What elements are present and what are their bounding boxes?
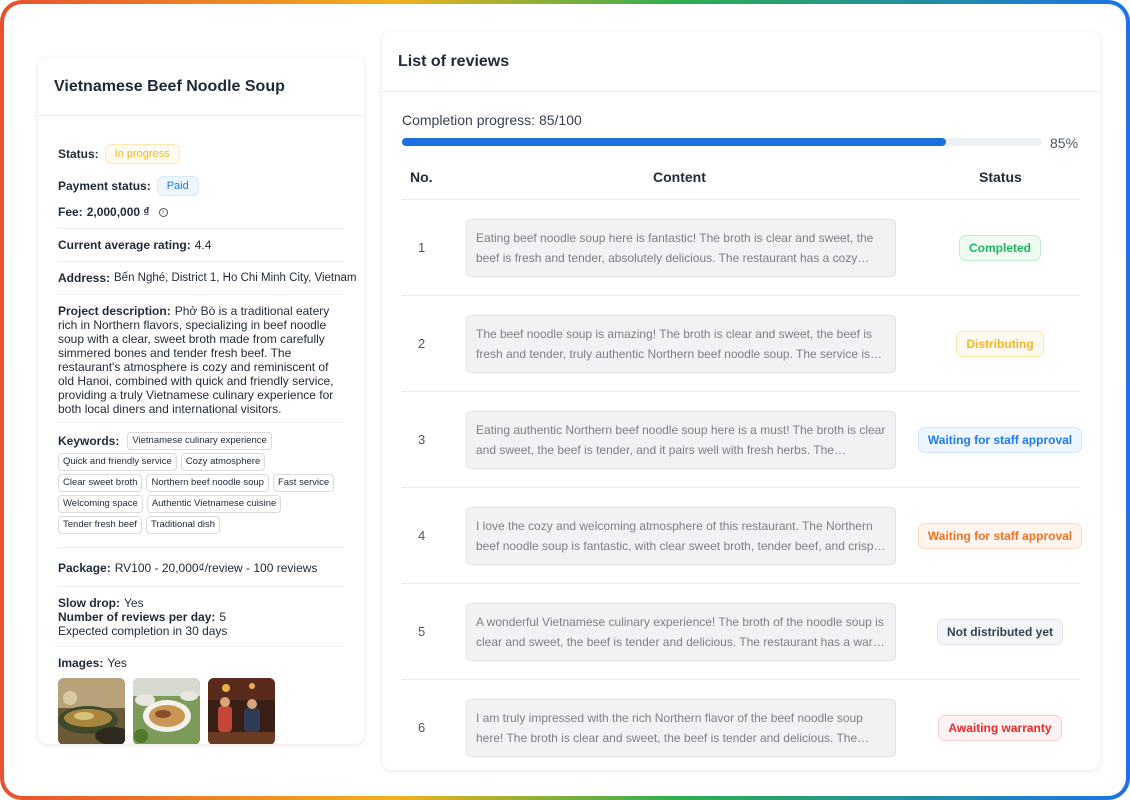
table-row[interactable]: 1 Eating beef noodle soup here is fantas… xyxy=(402,200,1080,296)
status-row: Status: In progress xyxy=(58,144,344,164)
keyword-tag: Tender fresh beef xyxy=(58,516,142,534)
slow-drop-value: Yes xyxy=(124,596,144,610)
image-gallery xyxy=(58,678,344,744)
page-canvas: Vietnamese Beef Noodle Soup Status: In p… xyxy=(4,4,1126,796)
keywords-label: Keywords: xyxy=(58,434,120,448)
row-number: 6 xyxy=(418,720,426,735)
review-content[interactable]: I am truly impressed with the rich North… xyxy=(466,699,896,757)
reviews-per-day-label: Number of reviews per day: xyxy=(58,610,216,624)
info-icon[interactable]: i xyxy=(158,207,168,217)
description-label: Project description: xyxy=(58,304,171,318)
table-header: No. Content Status xyxy=(402,162,1080,200)
column-header-no: No. xyxy=(410,169,433,185)
table-row[interactable]: 4 I love the cozy and welcoming atmosphe… xyxy=(402,488,1083,584)
row-number: 3 xyxy=(418,432,426,447)
progress-label: Completion progress: 85/100 xyxy=(402,112,582,128)
table-row[interactable]: 6 I am truly impressed with the rich Nor… xyxy=(402,680,1080,770)
progress-bar-fill xyxy=(402,138,946,146)
fee-value: 2,000,000 ₫ xyxy=(86,205,150,219)
description-block: Project description: Phở Bò is a traditio… xyxy=(58,304,344,416)
review-text: Eating authentic Northern beef noodle so… xyxy=(476,423,886,457)
table-row[interactable]: 5 A wonderful Vietnamese culinary experi… xyxy=(402,584,1080,680)
keyword-tag: Fast service xyxy=(272,474,335,492)
progress-bar xyxy=(402,138,1042,146)
status-badge: Not distributed yet xyxy=(936,619,1063,645)
status-badge: Completed xyxy=(958,235,1041,261)
image-thumbnail[interactable] xyxy=(133,678,200,744)
divider xyxy=(58,261,344,262)
column-header-status: Status xyxy=(979,169,1022,185)
rating-value: 4.4 xyxy=(194,238,212,252)
review-text: Eating beef noodle soup here is fantasti… xyxy=(476,231,874,265)
image-thumbnail[interactable] xyxy=(208,678,275,744)
images-value: Yes xyxy=(107,656,127,670)
row-number: 2 xyxy=(418,336,426,351)
rating-row: Current average rating: 4.4 xyxy=(58,238,344,252)
status-badge: Awaiting warranty xyxy=(938,715,1062,741)
address-label: Address: xyxy=(58,271,111,285)
status-badge: Waiting for staff approval xyxy=(917,427,1083,453)
divider xyxy=(58,547,344,548)
keyword-tag: Authentic Vietnamese cuisine xyxy=(146,495,282,513)
keyword-tag: Northern beef noodle soup xyxy=(146,474,269,492)
review-content[interactable]: Eating authentic Northern beef noodle so… xyxy=(466,411,896,469)
images-row: Images: Yes xyxy=(58,656,344,670)
status-label: Status: xyxy=(58,147,99,161)
address-row: Address: Bến Nghé, District 1, Ho Chi Mi… xyxy=(58,271,356,285)
review-text: A wonderful Vietnamese culinary experien… xyxy=(476,615,884,649)
reviews-card: List of reviews Completion progress: 85/… xyxy=(382,32,1100,770)
table-row[interactable]: 3 Eating authentic Northern beef noodle … xyxy=(402,392,1083,488)
status-badge: In progress xyxy=(104,144,180,164)
keyword-tag: Clear sweet broth xyxy=(58,474,143,492)
keyword-tag: Cozy atmosphere xyxy=(180,453,266,471)
expected-completion: Expected completion in 30 days xyxy=(58,624,228,638)
status-badge: Distributing xyxy=(956,331,1044,357)
fee-label: Fee: xyxy=(58,205,83,219)
divider xyxy=(58,422,344,423)
review-content[interactable]: I love the cozy and welcoming atmosphere… xyxy=(466,507,896,565)
row-number: 5 xyxy=(418,624,426,639)
keyword-tag: Welcoming space xyxy=(58,495,143,513)
slow-drop-row: Slow drop: Yes xyxy=(58,596,344,610)
keyword-tag: Quick and friendly service xyxy=(58,453,177,471)
gradient-frame: Vietnamese Beef Noodle Soup Status: In p… xyxy=(0,0,1130,800)
divider xyxy=(58,294,344,295)
reviews-per-day-row: Number of reviews per day: 5 xyxy=(58,610,344,624)
package-label: Package: xyxy=(58,561,111,575)
payment-badge: Paid xyxy=(156,176,199,196)
row-number: 1 xyxy=(418,240,426,255)
project-title: Vietnamese Beef Noodle Soup xyxy=(38,58,364,116)
keyword-tag: Traditional dish xyxy=(145,516,221,534)
table-row[interactable]: 2 The beef noodle soup is amazing! The b… xyxy=(402,296,1080,392)
review-content[interactable]: A wonderful Vietnamese culinary experien… xyxy=(466,603,896,661)
package-row: Package: RV100 - 20,000₫/review - 100 re… xyxy=(58,561,344,575)
row-number: 4 xyxy=(418,528,426,543)
divider xyxy=(58,586,344,587)
image-thumbnail[interactable] xyxy=(58,678,125,744)
reviews-title: List of reviews xyxy=(382,32,1100,92)
slow-drop-label: Slow drop: xyxy=(58,596,120,610)
progress-percent: 85% xyxy=(1050,135,1079,151)
images-label: Images: xyxy=(58,656,104,670)
address-value: Bến Nghé, District 1, Ho Chi Minh City, … xyxy=(114,272,357,284)
keyword-tag: Vietnamese culinary experience xyxy=(127,432,272,450)
payment-row: Payment status: Paid xyxy=(58,176,344,196)
rating-label: Current average rating: xyxy=(58,238,191,252)
divider xyxy=(58,646,344,647)
keywords-list: Keywords: Vietnamese culinary experience… xyxy=(58,432,344,534)
package-value: RV100 - 20,000₫/review - 100 reviews xyxy=(114,561,318,575)
status-badge: Waiting for staff approval xyxy=(917,523,1083,549)
project-details-card: Vietnamese Beef Noodle Soup Status: In p… xyxy=(38,58,364,744)
review-content[interactable]: The beef noodle soup is amazing! The bro… xyxy=(466,315,896,373)
review-content[interactable]: Eating beef noodle soup here is fantasti… xyxy=(466,219,896,277)
review-text: The beef noodle soup is amazing! The bro… xyxy=(476,327,873,361)
fee-row: Fee: 2,000,000 ₫ i xyxy=(58,205,344,219)
payment-label: Payment status: xyxy=(58,179,151,193)
reviews-per-day-value: 5 xyxy=(219,610,227,624)
review-text: I am truly impressed with the rich North… xyxy=(476,711,863,745)
column-header-content: Content xyxy=(653,169,706,185)
description-value: Phở Bò is a traditional eatery rich in N… xyxy=(58,304,334,416)
divider xyxy=(58,228,344,229)
review-text: I love the cozy and welcoming atmosphere… xyxy=(476,519,874,553)
